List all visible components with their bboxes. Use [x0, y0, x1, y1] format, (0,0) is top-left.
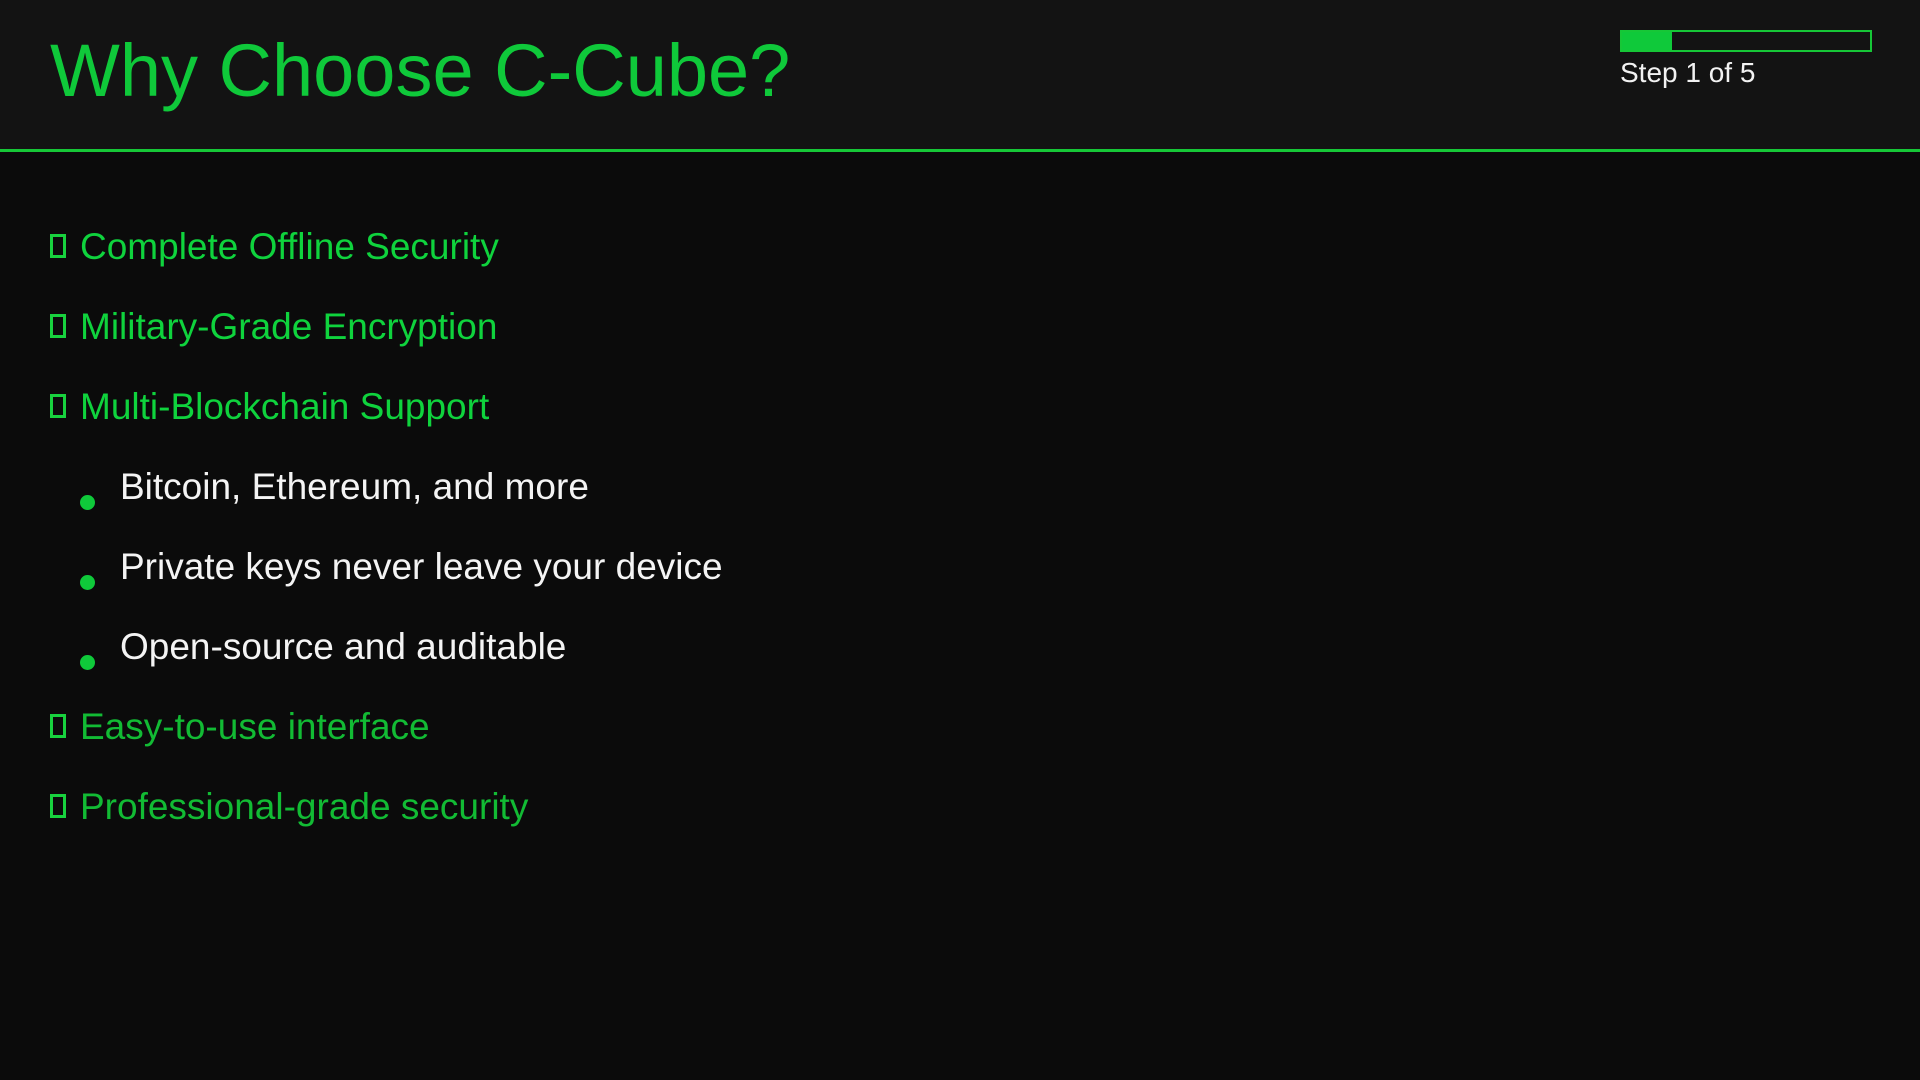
slide-content: Complete Offline Security Military-Grade…: [0, 0, 1920, 1080]
bullet-dot-icon: [80, 575, 95, 590]
feature-item-multi-blockchain: Multi-Blockchain Support: [50, 385, 489, 429]
checkbox-icon: [50, 234, 66, 258]
feature-label: Complete Offline Security: [80, 226, 499, 267]
checkbox-icon: [50, 394, 66, 418]
sub-point-label: Bitcoin, Ethereum, and more: [120, 466, 589, 507]
sub-point-label: Private keys never leave your device: [120, 546, 723, 587]
feature-label: Professional-grade security: [80, 786, 529, 827]
bullet-dot-icon: [80, 495, 95, 510]
checkbox-icon: [50, 794, 66, 818]
checkbox-icon: [50, 314, 66, 338]
feature-label: Easy-to-use interface: [80, 706, 430, 747]
feature-label: Multi-Blockchain Support: [80, 386, 490, 427]
sub-point-label: Open-source and auditable: [120, 626, 567, 667]
checkbox-icon: [50, 714, 66, 738]
feature-label: Military-Grade Encryption: [80, 306, 498, 347]
feature-item-offline-security: Complete Offline Security: [50, 225, 499, 269]
feature-item-easy-interface: Easy-to-use interface: [50, 705, 430, 749]
bullet-dot-icon: [80, 655, 95, 670]
feature-item-encryption: Military-Grade Encryption: [50, 305, 497, 349]
feature-item-professional-security: Professional-grade security: [50, 785, 528, 829]
